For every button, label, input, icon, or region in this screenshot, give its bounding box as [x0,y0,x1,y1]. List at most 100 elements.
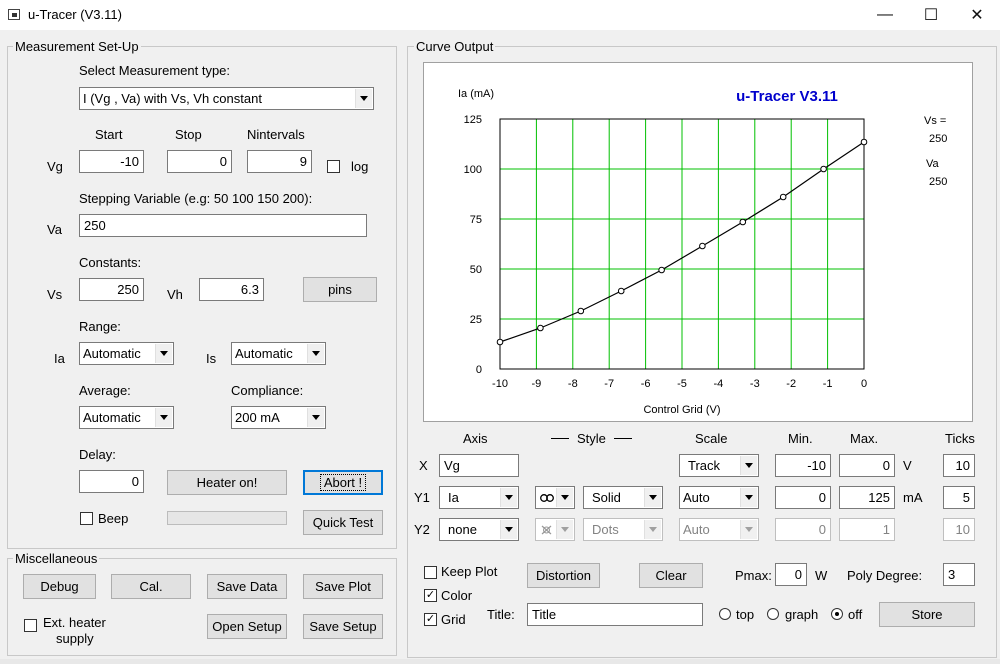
maximize-button[interactable]: ☐ [908,0,954,30]
curve-output-label: Curve Output [414,39,496,54]
debug-button[interactable]: Debug [23,574,96,599]
progress-bar [167,511,287,525]
close-icon: ✕ [970,7,984,24]
y2-style-value: Dots [592,522,619,537]
x-tick-label: -4 [714,378,724,390]
y1-max-input[interactable]: 125 [839,486,895,509]
title-position-off-radio[interactable] [831,608,843,620]
constants-label: Constants: [79,255,142,270]
vh-input[interactable]: 6.3 [199,278,264,301]
title-position-top-radio[interactable] [719,608,731,620]
average-value: Automatic [83,410,141,425]
y2-ticks-input: 10 [943,518,975,541]
store-button[interactable]: Store [879,602,975,627]
measurement-type-value: I (Vg , Va) with Vs, Vh constant [83,91,262,106]
distortion-button[interactable]: Distortion [527,563,600,588]
save-data-button[interactable]: Save Data [207,574,287,599]
minimize-icon: — [877,6,893,23]
compliance-value: 200 mA [235,410,280,425]
title-bar: u-Tracer (V3.11) — ☐ ✕ [0,0,1000,30]
va-stepping-input[interactable]: 250 [79,214,367,237]
close-button[interactable]: ✕ [954,0,1000,30]
ia-range-select[interactable]: Automatic [79,342,174,365]
heater-on-button[interactable]: Heater on! [167,470,287,495]
open-setup-button[interactable]: Open Setup [207,614,287,639]
y1-style-select[interactable]: Solid [583,486,663,509]
iv-chart: -10 -9 -8 -7 -6 -5 -4 -3 -2 -1 00255075100125Ia (m… [458,88,868,416]
stepping-variable-label: Stepping Variable (e.g: 50 100 150 200): [79,191,313,206]
pmax-input[interactable]: 0 [775,563,807,586]
y1-marker-select[interactable] [535,486,575,509]
range-label: Range: [79,319,121,334]
data-point [779,193,787,201]
chevron-down-icon [155,408,172,427]
y-tick-label: 75 [470,214,482,226]
x-min-input[interactable]: -10 [775,454,831,477]
y2-scale-value: Auto [683,522,710,537]
clear-button[interactable]: Clear [639,563,703,588]
log-checkbox[interactable] [327,160,340,173]
poly-degree-input[interactable]: 3 [943,563,975,586]
x-tick-label: -7 [604,378,614,390]
y2-min-input: 0 [775,518,831,541]
grid-label: Grid [441,612,466,627]
y1-scale-select[interactable]: Auto [679,486,759,509]
y2-scale-select: Auto [679,518,759,541]
save-setup-button[interactable]: Save Setup [303,614,383,639]
save-plot-button[interactable]: Save Plot [303,574,383,599]
poly-degree-label: Poly Degree: [847,568,923,583]
va-label: Va [47,222,62,237]
vs-input[interactable]: 250 [79,278,144,301]
chevron-down-icon [556,488,573,507]
y2-var-select[interactable]: none [439,518,519,541]
title-position-graph-radio[interactable] [767,608,779,620]
compliance-select[interactable]: 200 mA [231,406,326,429]
average-select[interactable]: Automatic [79,406,174,429]
y-tick-label: 100 [464,164,482,176]
vh-label: Vh [167,287,183,302]
delay-input[interactable]: 0 [79,470,144,493]
vg-stop-input[interactable]: 0 [167,150,232,173]
y1-var-select[interactable]: Ia [439,486,519,509]
measurement-type-label: Select Measurement type: [79,63,231,78]
keep-plot-checkbox[interactable] [424,566,437,579]
y1-min-input[interactable]: 0 [775,486,831,509]
abort-button[interactable]: Abort ! [303,470,383,495]
chart-title: u-Tracer V3.11 [736,88,838,105]
y1-scale-value: Auto [683,490,710,505]
compliance-label: Compliance: [231,383,304,398]
y2-style-select: Dots [583,518,663,541]
cal-button[interactable]: Cal. [111,574,191,599]
quick-test-button[interactable]: Quick Test [303,510,383,535]
minimize-button[interactable]: — [862,0,908,30]
x-unit-label: V [903,458,912,473]
grid-checkbox[interactable]: ✓ [424,613,437,626]
style-header: Style [577,431,606,446]
pins-button[interactable]: pins [303,277,377,302]
x-tick-label: 0 [861,378,867,390]
chevron-down-icon [740,488,757,507]
y-tick-label: 50 [470,264,482,276]
title-input[interactable]: Title [527,603,703,626]
measurement-type-select[interactable]: I (Vg , Va) with Vs, Vh constant [79,87,374,110]
data-point [699,242,706,250]
beep-checkbox[interactable] [80,512,93,525]
va-info-label: Va [926,158,939,170]
x-scale-value: Track [688,458,721,473]
va-info-value: 250 [929,176,948,188]
chevron-down-icon [644,488,661,507]
x-axis-var-input[interactable]: Vg [439,454,519,477]
chevron-down-icon [155,344,172,363]
color-label: Color [441,588,473,603]
color-checkbox[interactable]: ✓ [424,589,437,602]
x-max-input[interactable]: 0 [839,454,895,477]
y1-ticks-input[interactable]: 5 [943,486,975,509]
vg-start-input[interactable]: -10 [79,150,144,173]
data-point [860,138,868,146]
vg-nintervals-input[interactable]: 9 [247,150,312,173]
y-tick-label: 125 [464,114,482,126]
x-ticks-input[interactable]: 10 [943,454,975,477]
ext-heater-checkbox[interactable] [24,619,37,632]
x-scale-select[interactable]: Track [679,454,759,477]
is-range-select[interactable]: Automatic [231,342,326,365]
